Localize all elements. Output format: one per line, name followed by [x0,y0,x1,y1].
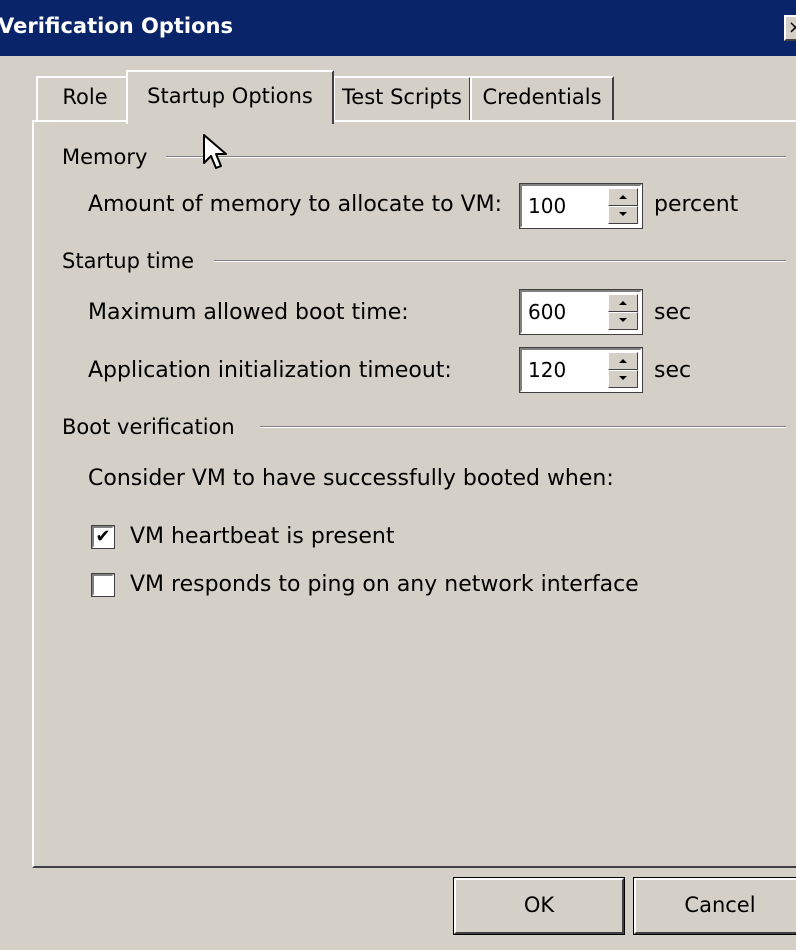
init-spin-buttons [608,352,638,388]
close-button[interactable]: × [784,15,796,41]
init-timeout-label: Application initialization timeout: [88,358,452,383]
consider-booted-label: Consider VM to have successfully booted … [88,466,614,491]
spin-up-arrow-icon[interactable] [608,352,638,370]
boot-time-spinner[interactable]: 600 [519,289,643,335]
cancel-button[interactable]: Cancel [633,877,796,935]
ping-checkbox[interactable] [91,573,115,597]
tab-role[interactable]: Role [36,76,132,121]
boot-verification-group-label: Boot verification [62,415,235,439]
tab-credentials-label: Credentials [482,85,602,109]
boot-time-label: Maximum allowed boot time: [88,300,409,325]
ping-label[interactable]: VM responds to ping on any network inter… [130,572,639,598]
window-title: Verification Options [0,14,234,38]
memory-amount-label: Amount of memory to allocate to VM: [88,192,503,217]
spin-down-arrow-icon[interactable] [608,312,638,330]
init-timeout-value: 120 [528,358,567,382]
memory-unit: percent [654,192,739,217]
boot-verification-group-divider [260,426,786,428]
tab-startup-options[interactable]: Startup Options [126,70,334,124]
mouse-pointer-icon [203,134,227,169]
memory-group-divider [166,156,786,158]
tab-role-label: Role [62,85,108,109]
init-timeout-spinner[interactable]: 120 [519,347,643,393]
heartbeat-label[interactable]: VM heartbeat is present [130,524,394,550]
tab-startup-options-label: Startup Options [147,84,313,108]
verification-options-dialog: Verification Options × Role Startup Opti… [0,0,796,950]
tab-test-scripts[interactable]: Test Scripts [333,76,471,121]
spin-up-arrow-icon[interactable] [608,188,638,206]
startup-time-group-divider [214,260,786,262]
boot-time-unit: sec [654,300,692,325]
spin-down-arrow-icon[interactable] [608,370,638,388]
memory-spin-buttons [608,188,638,224]
startup-options-panel: Memory Amount of memory to allocate to V… [32,120,796,868]
heartbeat-checkbox[interactable]: ✔ [91,525,115,549]
boot-time-value: 600 [528,300,567,324]
title-bar: Verification Options × [0,0,796,56]
init-timeout-unit: sec [654,358,692,383]
startup-time-group-label: Startup time [62,249,195,273]
spin-down-arrow-icon[interactable] [608,206,638,224]
boot-spin-buttons [608,294,638,330]
spin-up-arrow-icon[interactable] [608,294,638,312]
memory-group-label: Memory [62,145,148,169]
memory-amount-value: 100 [528,194,567,218]
ok-button[interactable]: OK [453,877,625,935]
tab-test-scripts-label: Test Scripts [342,85,462,109]
memory-amount-spinner[interactable]: 100 [519,183,643,229]
tab-credentials[interactable]: Credentials [470,76,614,121]
